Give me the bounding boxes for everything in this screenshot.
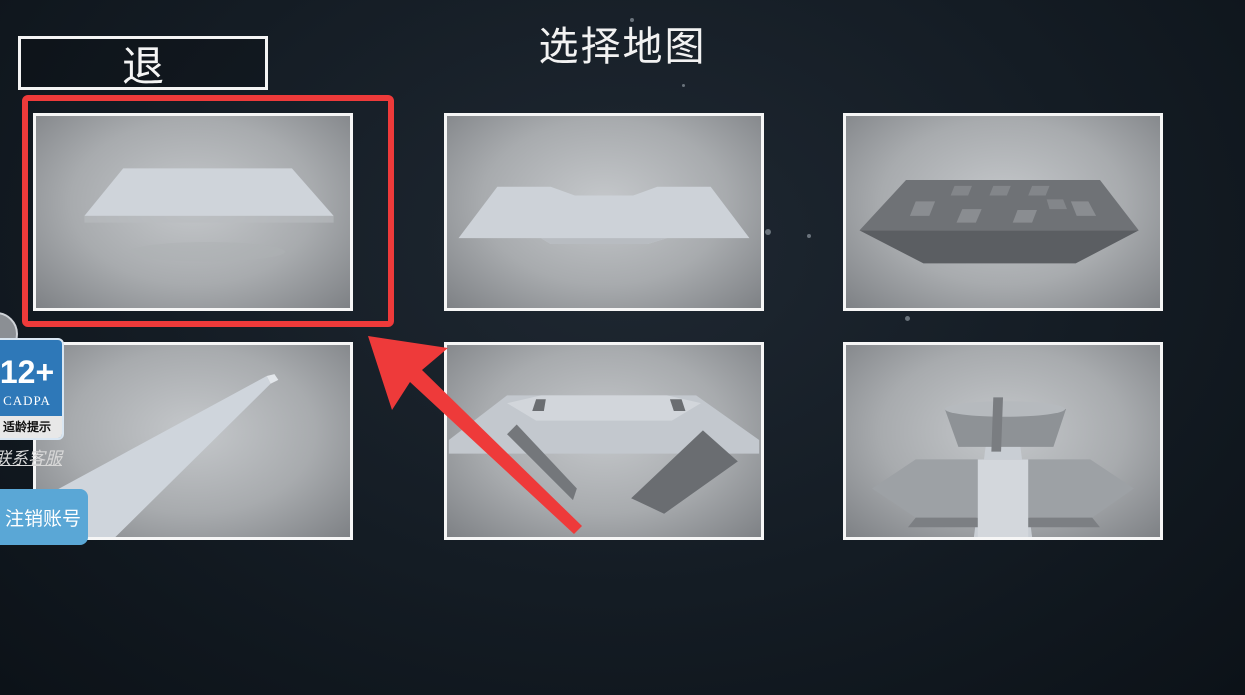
map-thumbnail-pitted-platform: [859, 180, 1139, 264]
map-card-3[interactable]: [843, 113, 1163, 311]
map-card-5[interactable]: [444, 342, 764, 540]
background-speck: [630, 18, 634, 22]
age-rating-number: 12+: [0, 354, 55, 390]
map-thumbnail-fortress: [872, 397, 1134, 537]
map-card-6[interactable]: [843, 342, 1163, 540]
map-thumbnail-flat-platform: [84, 168, 334, 262]
background-speck: [765, 229, 771, 235]
back-button[interactable]: 退: [18, 36, 268, 91]
map-thumbnail-twin-tower-arena: [448, 395, 760, 514]
age-rating-org: CADPA: [3, 393, 51, 408]
map-card-1[interactable]: [33, 113, 353, 311]
age-rating-badge: 12+ CADPA 适龄提示: [0, 338, 64, 440]
map-card-2[interactable]: [444, 113, 764, 311]
background-speck: [905, 316, 910, 321]
age-rating-notice: 适龄提示: [0, 416, 62, 438]
map-thumbnail-valley-platform: [458, 186, 750, 244]
customer-service-link[interactable]: 联系客服: [0, 444, 62, 469]
deregister-account-button[interactable]: 注销账号: [0, 489, 88, 545]
background-speck: [807, 234, 811, 238]
background-speck: [682, 84, 685, 87]
